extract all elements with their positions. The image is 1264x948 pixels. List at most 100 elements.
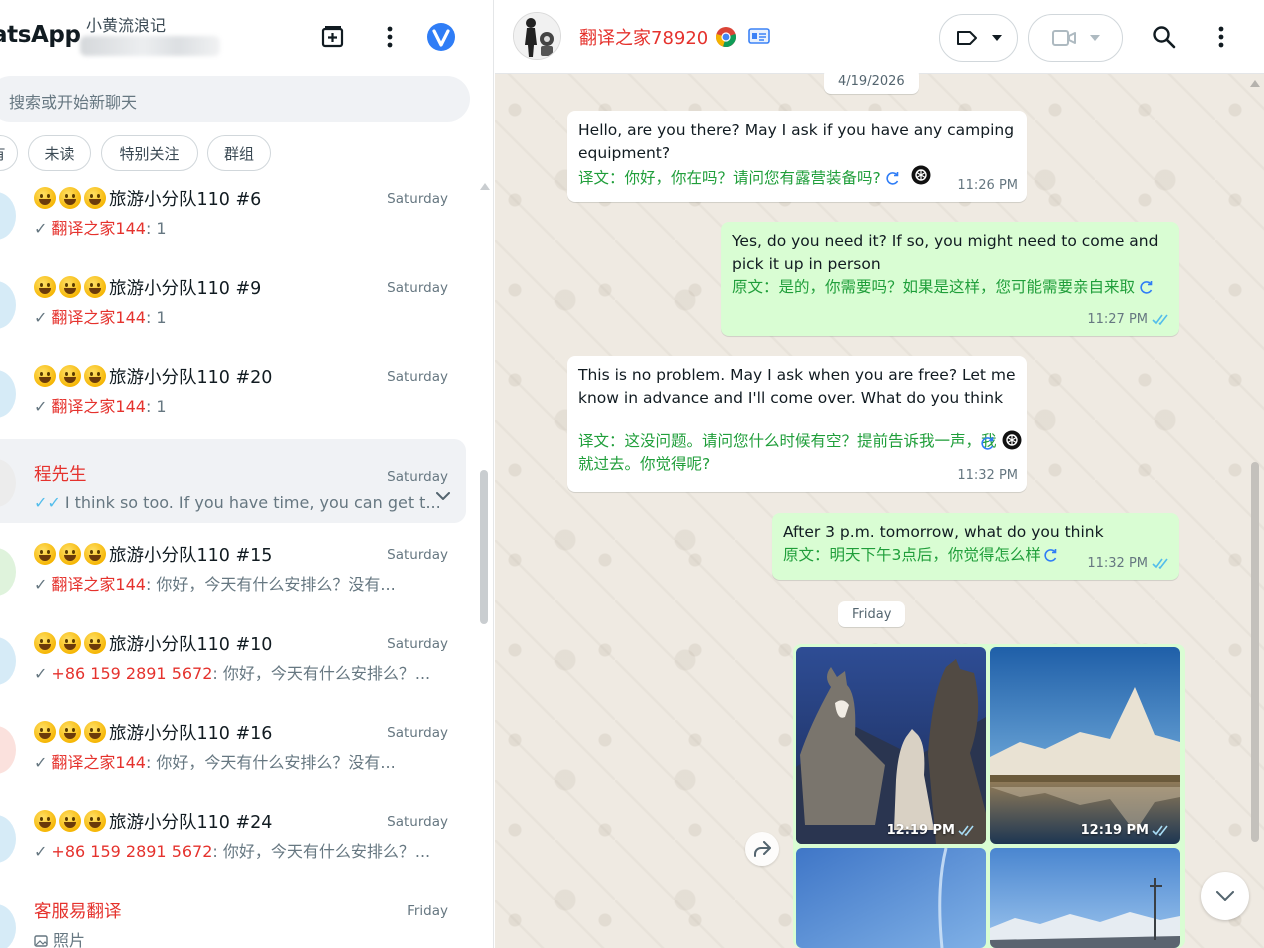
video-camera-icon: [1051, 30, 1076, 46]
chat-list-item[interactable]: 旅游小分队110 #20 Saturday ✓ 翻译之家144: 1: [0, 358, 466, 446]
avatar[interactable]: [0, 370, 16, 418]
more-vertical-icon[interactable]: [1217, 26, 1225, 48]
grinning-emoji-icon: [84, 276, 106, 298]
retranslate-icon[interactable]: [885, 171, 901, 185]
chat-options-chevron-icon[interactable]: [436, 485, 450, 504]
scroll-to-bottom-button[interactable]: [1201, 872, 1249, 920]
chat-list-item[interactable]: 旅游小分队110 #24 Saturday ✓ +86 159 2891 5672: …: [0, 803, 466, 891]
photo-sky[interactable]: [796, 848, 986, 948]
sent-tick-icon: ✓: [34, 842, 48, 861]
contact-name[interactable]: 翻译之家78920: [579, 24, 708, 50]
grinning-emoji-icon: [84, 632, 106, 654]
sent-tick-icon: ✓: [34, 308, 48, 327]
message-bubble-incoming[interactable]: This is no problem. May I ask when you a…: [567, 356, 1027, 492]
chat-list-item[interactable]: 旅游小分队110 #6 Saturday ✓ 翻译之家144: 1: [0, 180, 466, 268]
photo-snowy-road[interactable]: [990, 848, 1180, 948]
new-chat-button[interactable]: [318, 22, 348, 52]
search-icon[interactable]: [1152, 25, 1176, 49]
forward-button[interactable]: [745, 832, 779, 866]
translation-text: 原文：是的，你需要吗？如果是这样，您可能需要亲自来取: [732, 278, 1136, 296]
avatar[interactable]: [0, 904, 16, 948]
preview-sender: 翻译之家144: [51, 308, 146, 327]
sent-tick-icon: ✓: [34, 219, 48, 238]
chat-preview: ✓ 翻译之家144: 1: [34, 393, 167, 417]
chat-name: 旅游小分队110 #16: [34, 720, 272, 745]
message-bubble-outgoing[interactable]: Yes, do you need it? If so, you might ne…: [721, 222, 1179, 336]
llama-photo-image: [796, 647, 986, 844]
photo-album-message[interactable]: 12:19 PM 12:19 PM: [793, 644, 1185, 948]
avatar[interactable]: [0, 815, 16, 863]
whatsapp-window: atsApp 小黄流浪记 搜索或开始新聊天 未读 特别关注 群组 旅游小分队11…: [0, 0, 1264, 948]
menu-button[interactable]: [375, 22, 405, 52]
grinning-emoji-icon: [59, 721, 81, 743]
account-name: 小黄流浪记: [86, 16, 167, 35]
chevron-down-icon: [1089, 35, 1100, 41]
preview-text: : 你好，今天有什么安排么？...: [212, 842, 431, 861]
grinning-emoji-icon: [34, 187, 56, 209]
label-icon: [956, 31, 977, 45]
preview-sender: 翻译之家144: [51, 575, 146, 594]
chat-time: Friday: [407, 903, 448, 919]
avatar[interactable]: [0, 192, 16, 240]
retranslate-icon[interactable]: [980, 436, 996, 450]
grinning-emoji-icon: [34, 543, 56, 565]
grinning-emoji-icon: [59, 632, 81, 654]
message-bubble-incoming[interactable]: Hello, are you there? May I ask if you h…: [567, 111, 1027, 202]
openai-icon[interactable]: [1002, 430, 1022, 450]
chat-list-item[interactable]: 客服易翻译 Friday 照片: [0, 892, 466, 948]
message-time: 11:32 PM: [957, 468, 1018, 483]
openai-icon[interactable]: [911, 165, 931, 185]
photo-time: 12:19 PM: [1081, 823, 1170, 838]
contact-card-icon[interactable]: [748, 27, 770, 45]
chat-preview: ✓ 翻译之家144: 你好，今天有什么安排么？没有...: [34, 571, 396, 595]
avatar[interactable]: [0, 637, 16, 685]
chat-list-item[interactable]: 旅游小分队110 #16 Saturday ✓ 翻译之家144: 你好，今天有什么安排…: [0, 714, 466, 802]
grinning-emoji-icon: [59, 543, 81, 565]
search-input[interactable]: 搜索或开始新聊天: [0, 76, 470, 122]
extension-button[interactable]: [426, 22, 456, 52]
filter-chip-unread[interactable]: 未读: [28, 135, 91, 171]
read-receipt-icon: [1152, 825, 1168, 836]
more-vertical-icon: [387, 26, 393, 48]
chat-list-item[interactable]: 旅游小分队110 #15 Saturday ✓ 翻译之家144: 你好，今天有什么安排…: [0, 536, 466, 624]
label-dropdown-button[interactable]: [939, 14, 1018, 62]
preview-sender: 翻译之家144: [51, 753, 146, 772]
preview-text: : 1: [145, 397, 167, 416]
avatar[interactable]: [0, 548, 16, 596]
grinning-emoji-icon: [34, 365, 56, 387]
scroll-up-arrow[interactable]: [480, 183, 490, 190]
photo-icon: [34, 931, 53, 948]
chrome-badge-icon: [716, 27, 736, 47]
message-time: 11:32 PM: [1087, 552, 1170, 575]
retranslate-icon[interactable]: [1139, 280, 1155, 294]
chat-list-item[interactable]: 旅游小分队110 #10 Saturday ✓ +86 159 2891 5672: …: [0, 625, 466, 713]
chat-list-scrollbar[interactable]: [480, 470, 488, 624]
translation-line: 译文：这没问题。请问您什么时候有空？提前告诉我一声，我就过去。你觉得呢?: [578, 430, 1016, 476]
preview-text: : 你好，今天有什么安排么？没有...: [145, 753, 396, 772]
avatar[interactable]: [0, 281, 16, 329]
preview-text: : 你好，今天有什么安排么？没有...: [145, 575, 396, 594]
conversation-scrollbar[interactable]: [1251, 462, 1259, 842]
filter-chip-all[interactable]: 有: [0, 135, 18, 171]
photo-llamas[interactable]: 12:19 PM: [796, 647, 986, 844]
chat-name: 旅游小分队110 #15: [34, 542, 272, 567]
scroll-up-arrow[interactable]: [1250, 80, 1260, 87]
video-call-button[interactable]: [1028, 14, 1123, 62]
extension-logo-icon: [427, 23, 455, 51]
avatar[interactable]: [0, 726, 16, 774]
avatar[interactable]: [0, 459, 16, 507]
chat-name: 旅游小分队110 #24: [34, 809, 272, 834]
chat-list-item[interactable]: 旅游小分队110 #9 Saturday ✓ 翻译之家144: 1: [0, 269, 466, 357]
chat-list-item[interactable]: 程先生 Saturday ✓✓ I think so too. If you have…: [0, 439, 466, 523]
chat-time: Saturday: [387, 725, 448, 741]
chat-name: 旅游小分队110 #6: [34, 186, 261, 211]
filter-chip-groups[interactable]: 群组: [207, 135, 271, 171]
new-chat-icon: [321, 26, 344, 48]
filter-chip-favorites[interactable]: 特别关注: [101, 135, 198, 171]
contact-avatar[interactable]: [513, 12, 561, 60]
retranslate-icon[interactable]: [1043, 548, 1059, 562]
forward-icon: [754, 841, 771, 857]
message-bubble-outgoing[interactable]: After 3 p.m. tomorrow, what do you think…: [772, 513, 1179, 580]
photo-mountain-lake[interactable]: 12:19 PM: [990, 647, 1180, 844]
chat-time: Saturday: [387, 369, 448, 385]
